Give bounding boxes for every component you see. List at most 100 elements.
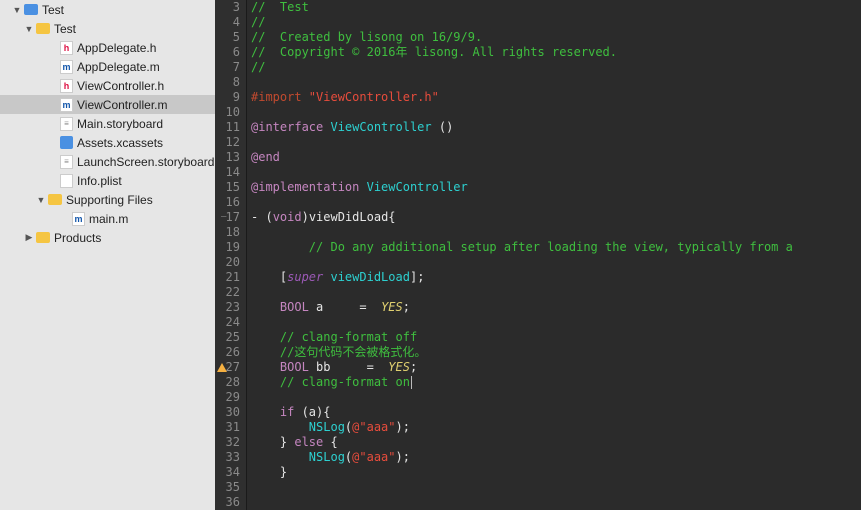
code-line[interactable]: } (251, 465, 800, 480)
code-line[interactable] (251, 195, 800, 210)
code-line[interactable]: NSLog(@"aaa"); (251, 420, 800, 435)
disclosure-triangle-icon[interactable]: ▼ (36, 195, 46, 205)
disclosure-triangle-icon (60, 214, 70, 224)
code-line[interactable]: } else { (251, 435, 800, 450)
folder-yellow-icon (36, 232, 50, 243)
code-line[interactable]: //这句代码不会被格式化。 (251, 345, 800, 360)
code-token: NSLog (309, 450, 345, 464)
code-token: a = (309, 300, 381, 314)
tree-item-label: AppDelegate.h (77, 41, 156, 55)
code-line[interactable]: - (void)viewDidLoad{ (251, 210, 800, 225)
code-token: @interface (251, 120, 323, 134)
tree-item[interactable]: ▶Products (0, 228, 215, 247)
code-line[interactable] (251, 255, 800, 270)
code-line[interactable]: // Test (251, 0, 800, 15)
code-area[interactable]: // Test//// Created by lisong on 16/9/9.… (247, 0, 800, 510)
code-line[interactable]: // Created by lisong on 16/9/9. (251, 30, 800, 45)
disclosure-triangle-icon[interactable]: ▼ (24, 24, 34, 34)
fold-indicator-icon[interactable]: – (221, 210, 226, 225)
code-token: ); (396, 420, 410, 434)
folder-blue-icon (24, 4, 38, 15)
tree-item[interactable]: Info.plist (0, 171, 215, 190)
line-number: 24 (219, 315, 240, 330)
code-token: #import (251, 90, 309, 104)
code-line[interactable]: BOOL a = YES; (251, 300, 800, 315)
project-navigator[interactable]: ▼Test▼TesthAppDelegate.hmAppDelegate.mhV… (0, 0, 215, 510)
warning-icon[interactable] (217, 363, 227, 372)
line-number: 8 (219, 75, 240, 90)
line-number: 20 (219, 255, 240, 270)
tree-item[interactable]: Assets.xcassets (0, 133, 215, 152)
code-line[interactable]: // Do any additional setup after loading… (251, 240, 800, 255)
code-token: @end (251, 150, 280, 164)
tree-item-label: AppDelegate.m (77, 60, 160, 74)
code-editor[interactable]: 34567891011121314151617–1819202122232425… (215, 0, 861, 510)
code-line[interactable] (251, 225, 800, 240)
code-line[interactable]: // (251, 15, 800, 30)
code-token: (a){ (294, 405, 330, 419)
code-line[interactable] (251, 480, 800, 495)
line-number: 4 (219, 15, 240, 30)
code-line[interactable]: #import "ViewController.h" (251, 90, 800, 105)
tree-item[interactable]: hViewController.h (0, 76, 215, 95)
code-token: { (323, 435, 337, 449)
code-line[interactable]: [super viewDidLoad]; (251, 270, 800, 285)
file-sb-icon: ≡ (60, 155, 73, 169)
code-line[interactable]: BOOL bb = YES; (251, 360, 800, 375)
code-line[interactable]: // Copyright © 2016年 lisong. All rights … (251, 45, 800, 60)
code-line[interactable] (251, 285, 800, 300)
line-number: 25 (219, 330, 240, 345)
disclosure-triangle-icon[interactable]: ▶ (24, 233, 34, 243)
folder-yellow-icon (48, 194, 62, 205)
code-line[interactable]: // clang-format off (251, 330, 800, 345)
code-token (251, 450, 309, 464)
line-number: 28 (219, 375, 240, 390)
tree-item[interactable]: ≡LaunchScreen.storyboard (0, 152, 215, 171)
code-line[interactable]: NSLog(@"aaa"); (251, 450, 800, 465)
code-token (251, 420, 309, 434)
disclosure-triangle-icon (48, 62, 58, 72)
code-line[interactable] (251, 135, 800, 150)
file-h-icon: h (60, 79, 73, 93)
code-line[interactable]: if (a){ (251, 405, 800, 420)
code-token: ViewController (330, 120, 431, 134)
code-token: if (280, 405, 294, 419)
code-token (251, 375, 280, 389)
code-line[interactable] (251, 105, 800, 120)
line-number: 15 (219, 180, 240, 195)
tree-item[interactable]: mAppDelegate.m (0, 57, 215, 76)
code-token (251, 345, 280, 359)
line-number: 9 (219, 90, 240, 105)
tree-item-label: ViewController.m (77, 98, 167, 112)
code-line[interactable]: @implementation ViewController (251, 180, 800, 195)
tree-item[interactable]: mmain.m (0, 209, 215, 228)
code-line[interactable]: @end (251, 150, 800, 165)
tree-item[interactable]: hAppDelegate.h (0, 38, 215, 57)
text-cursor-icon (411, 376, 412, 389)
code-line[interactable] (251, 495, 800, 510)
tree-item[interactable]: ▼Test (0, 19, 215, 38)
line-number: 32 (219, 435, 240, 450)
code-line[interactable] (251, 75, 800, 90)
line-gutter: 34567891011121314151617–1819202122232425… (215, 0, 247, 510)
code-line[interactable]: @interface ViewController () (251, 120, 800, 135)
tree-item[interactable]: ▼Test (0, 0, 215, 19)
code-line[interactable] (251, 390, 800, 405)
code-line[interactable] (251, 315, 800, 330)
code-line[interactable]: // clang-format on (251, 375, 800, 390)
code-token: viewDidLoad (330, 270, 409, 284)
tree-item-label: main.m (89, 212, 128, 226)
disclosure-triangle-icon[interactable]: ▼ (12, 5, 22, 15)
code-line[interactable] (251, 165, 800, 180)
line-number: 36 (219, 495, 240, 510)
code-token: // clang-format on (280, 375, 410, 389)
line-number: 5 (219, 30, 240, 45)
code-token: // clang-format off (280, 330, 417, 344)
code-token: BOOL (280, 360, 309, 374)
line-number: 16 (219, 195, 240, 210)
tree-item[interactable]: ▼Supporting Files (0, 190, 215, 209)
tree-item[interactable]: ≡Main.storyboard (0, 114, 215, 133)
code-token: ]; (410, 270, 424, 284)
tree-item[interactable]: mViewController.m (0, 95, 215, 114)
code-line[interactable]: // (251, 60, 800, 75)
